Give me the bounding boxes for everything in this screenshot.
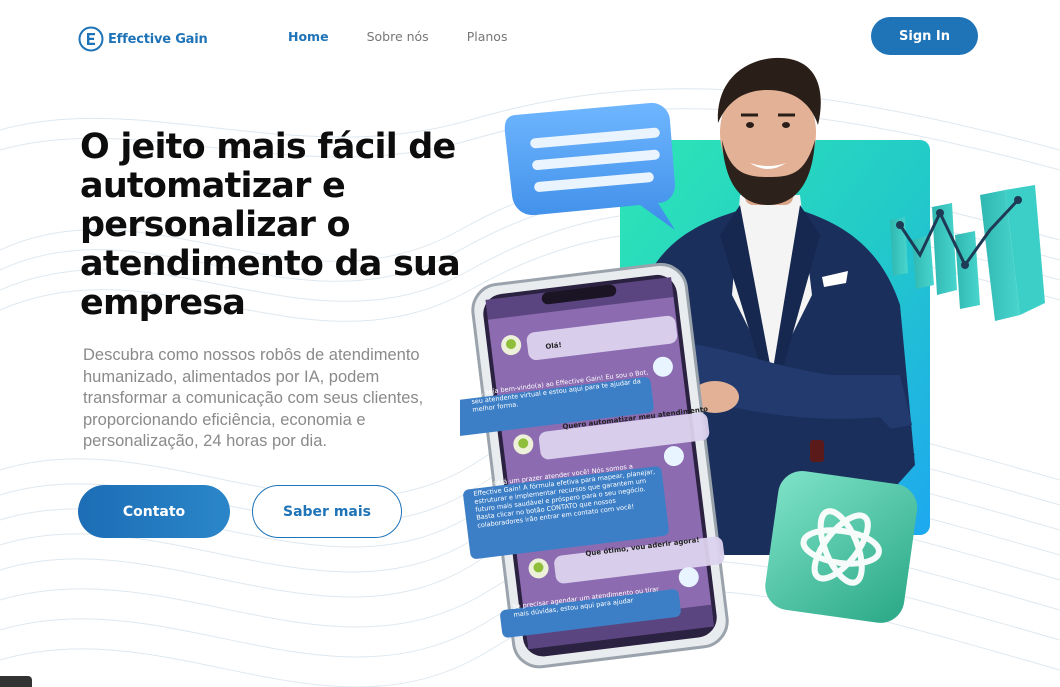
nav-planos[interactable]: Planos — [467, 29, 508, 44]
corner-tab — [0, 676, 32, 687]
hero-headline: O jeito mais fácil de automatizar e pers… — [80, 127, 461, 323]
saber-mais-button[interactable]: Saber mais — [252, 485, 402, 538]
brand-name: Effective Gain — [108, 31, 208, 47]
speech-bubble-icon — [504, 102, 675, 230]
nav-sobre-nos[interactable]: Sobre nós — [367, 29, 429, 44]
sign-in-button[interactable]: Sign In — [871, 17, 978, 55]
letter-e-circle-icon — [78, 26, 104, 52]
brand-logo[interactable]: Effective Gain — [78, 26, 208, 52]
nav-home[interactable]: Home — [288, 29, 329, 44]
hero-subtext: Descubra como nossos robôs de atendiment… — [83, 346, 424, 450]
main-nav: Home Sobre nós Planos — [288, 29, 545, 44]
contato-button[interactable]: Contato — [78, 485, 230, 538]
hero-illustration — [460, 57, 1045, 669]
openai-logo-icon — [765, 470, 918, 623]
